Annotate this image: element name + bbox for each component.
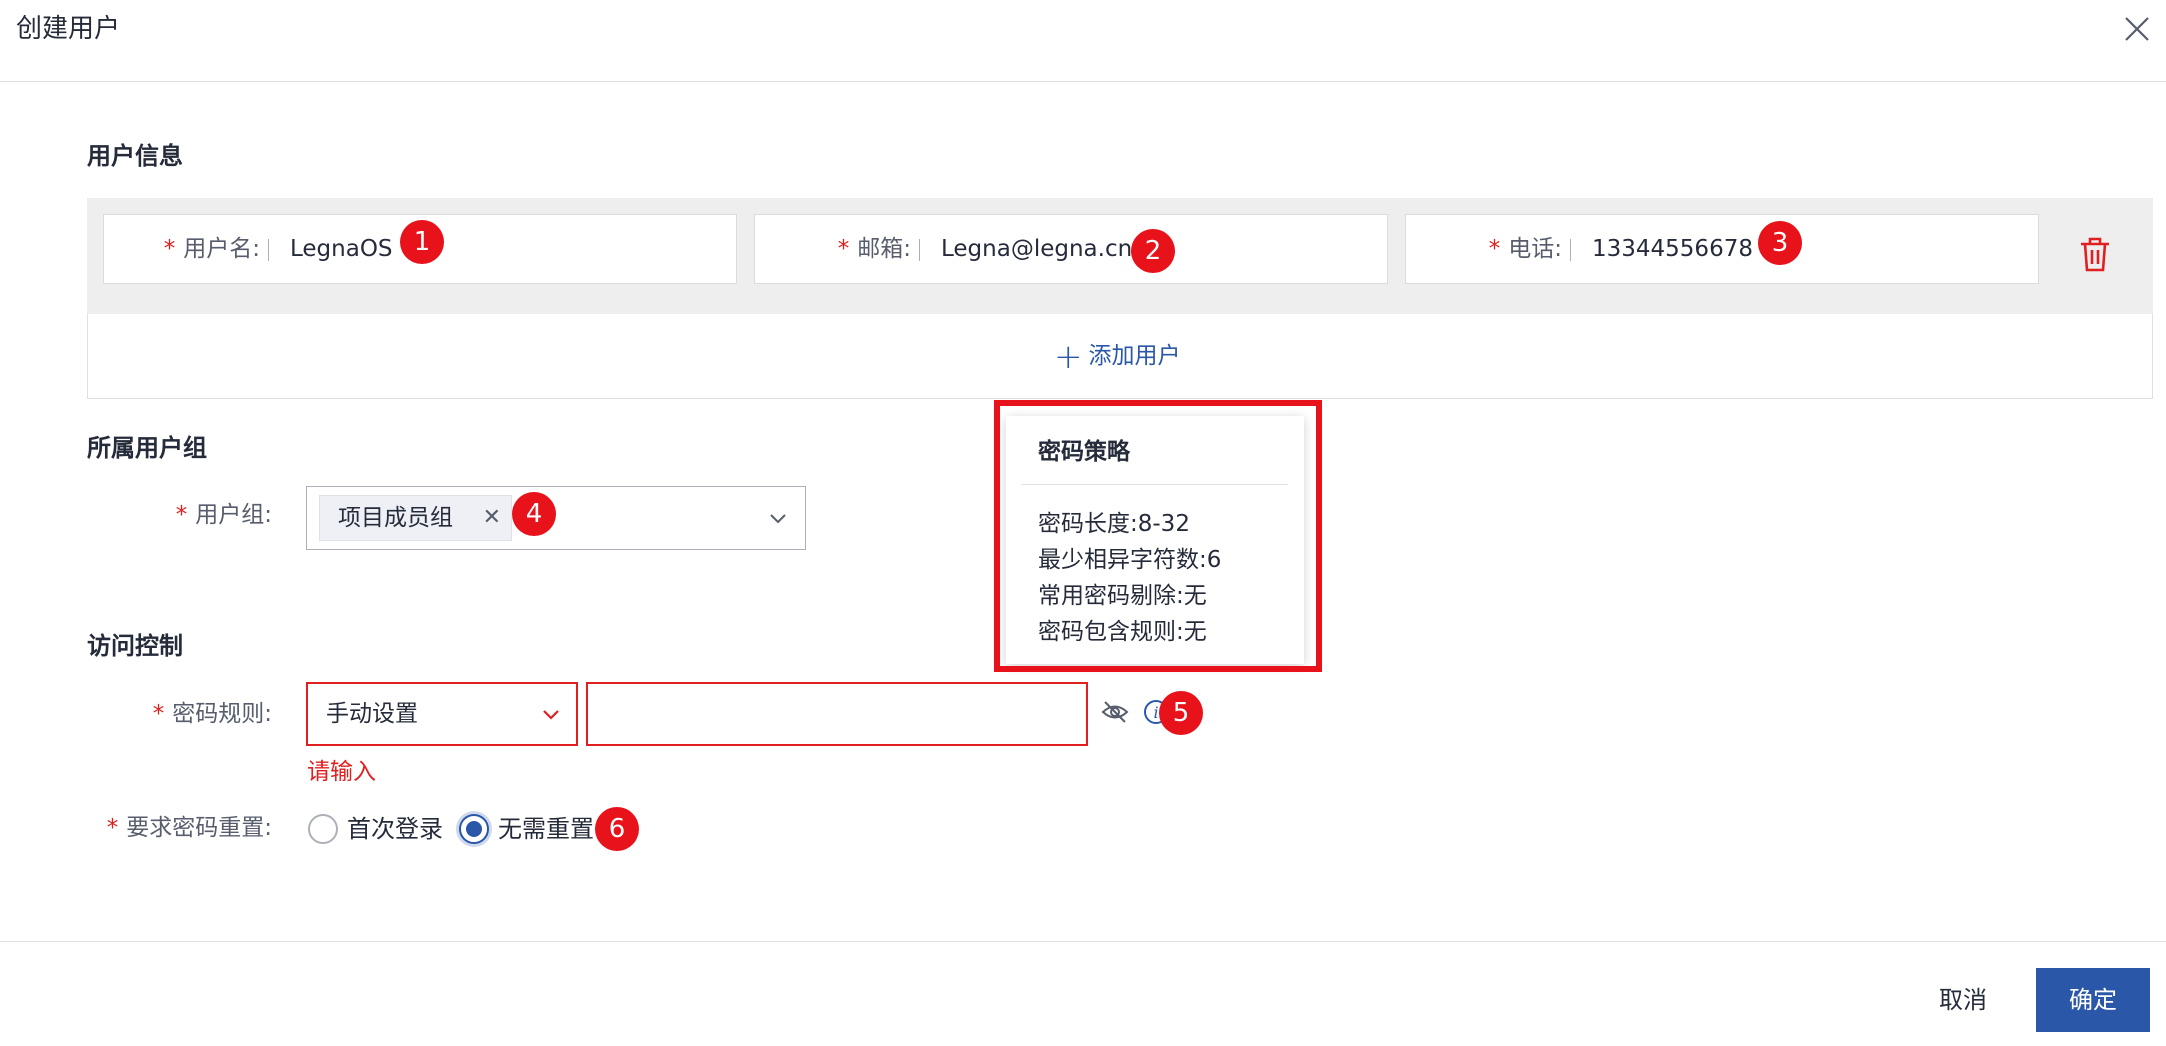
field-separator bbox=[1570, 239, 1571, 261]
annotation-badge-2: 2 bbox=[1131, 229, 1175, 273]
close-icon[interactable] bbox=[2120, 12, 2154, 46]
annotation-badge-3: 3 bbox=[1758, 221, 1802, 265]
chevron-down-icon[interactable] bbox=[540, 703, 562, 725]
email-field[interactable]: * 邮箱: Legna@legna.cn bbox=[754, 214, 1388, 284]
chevron-down-icon[interactable] bbox=[767, 507, 789, 529]
email-label: * 邮箱: bbox=[837, 236, 911, 262]
tag-label: 项目成员组 bbox=[338, 505, 453, 531]
password-input[interactable] bbox=[586, 682, 1088, 746]
radio-first-login-label: 首次登录 bbox=[347, 815, 443, 843]
dialog-title: 创建用户 bbox=[16, 14, 121, 44]
plus-icon: + bbox=[1054, 336, 1083, 377]
password-rule-select[interactable]: 手动设置 bbox=[306, 682, 578, 746]
radio-no-reset[interactable] bbox=[459, 814, 489, 844]
add-user-button[interactable]: + 添加用户 bbox=[1054, 336, 1181, 377]
radio-first-login[interactable] bbox=[308, 814, 338, 844]
password-error-text: 请输入 bbox=[307, 759, 376, 785]
access-control-section-title: 访问控制 bbox=[87, 632, 183, 660]
password-rule-value: 手动设置 bbox=[326, 701, 418, 727]
annotation-badge-1: 1 bbox=[400, 220, 444, 264]
field-separator bbox=[268, 239, 269, 261]
user-group-section-title: 所属用户组 bbox=[87, 434, 207, 462]
trash-icon[interactable] bbox=[2075, 234, 2115, 274]
password-rule-label: * 密码规则: bbox=[152, 701, 272, 727]
add-user-row: + 添加用户 bbox=[87, 314, 2153, 399]
annotation-badge-5: 5 bbox=[1159, 691, 1203, 735]
username-value[interactable]: LegnaOS bbox=[290, 215, 393, 283]
svg-text:i: i bbox=[1153, 703, 1158, 722]
eye-off-icon[interactable] bbox=[1100, 697, 1130, 727]
user-group-label: * 用户组: bbox=[175, 502, 272, 528]
user-row: * 用户名: LegnaOS * 邮箱: Legna@legna.cn * 电话: 1… bbox=[87, 198, 2153, 314]
user-group-select[interactable]: 项目成员组 ✕ bbox=[306, 486, 806, 550]
footer-divider bbox=[0, 941, 2166, 942]
annotation-badge-6: 6 bbox=[595, 807, 639, 851]
phone-field[interactable]: * 电话: 13344556678 bbox=[1405, 214, 2039, 284]
email-value[interactable]: Legna@legna.cn bbox=[941, 215, 1132, 283]
phone-label: * 电话: bbox=[1488, 236, 1562, 262]
field-separator bbox=[919, 239, 920, 261]
annotation-highlight-box bbox=[994, 400, 1322, 672]
confirm-button[interactable]: 确定 bbox=[2036, 968, 2150, 1032]
username-label: * 用户名: bbox=[163, 236, 260, 262]
radio-no-reset-label: 无需重置 bbox=[498, 815, 594, 843]
dialog-header: 创建用户 bbox=[0, 0, 2166, 82]
user-info-section-title: 用户信息 bbox=[87, 142, 183, 170]
user-group-tag: 项目成员组 ✕ bbox=[319, 495, 512, 541]
password-reset-label: * 要求密码重置: bbox=[106, 815, 272, 841]
phone-value[interactable]: 13344556678 bbox=[1592, 215, 1753, 283]
annotation-badge-4: 4 bbox=[512, 492, 556, 536]
remove-tag-icon[interactable]: ✕ bbox=[483, 496, 501, 540]
cancel-button[interactable]: 取消 bbox=[1918, 968, 2008, 1032]
